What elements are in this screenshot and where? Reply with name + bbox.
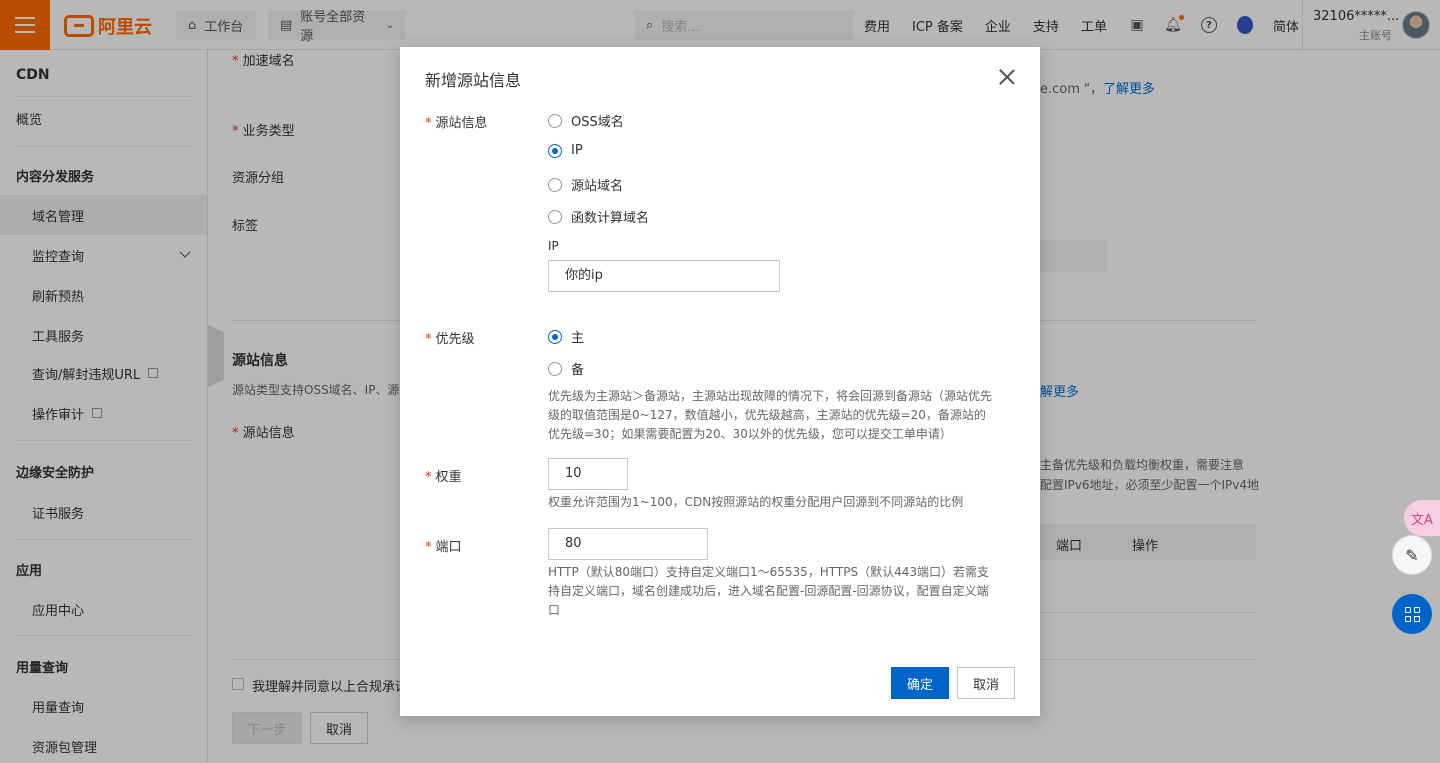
weight-input[interactable]: 10 [548,458,628,490]
required-mark: * [425,116,432,131]
label-text: 端口 [435,540,462,555]
radio-origin-oss[interactable]: OSS域名 [548,111,624,130]
label-text: 源站信息 [435,116,488,131]
radio-icon[interactable] [548,143,562,158]
required-mark: * [425,332,432,347]
radio-icon[interactable] [548,113,562,128]
radio-label: 主 [571,331,585,346]
ip-input[interactable]: 你的ip [548,260,780,292]
radio-icon[interactable] [548,209,562,224]
required-mark: * [425,470,432,485]
priority-label: * 优先级 [425,328,475,347]
radio-icon[interactable] [548,177,562,192]
cancel-button[interactable]: 取消 [957,667,1015,699]
radio-priority-primary[interactable]: 主 [548,327,584,346]
port-input[interactable]: 80 [548,528,708,560]
radio-label: 备 [571,363,585,378]
required-mark: * [425,540,432,555]
confirm-button[interactable]: 确定 [891,667,949,699]
weight-help-text: 权重允许范围为1~100，CDN按照源站的权重分配用户回源到不同源站的比例 [548,495,964,509]
port-label: * 端口 [425,536,462,555]
radio-origin-ip[interactable]: IP [548,143,583,158]
dialog-title: 新增源站信息 [425,71,522,90]
ip-label: IP [548,239,559,253]
origin-info-label: * 源站信息 [425,112,488,131]
add-origin-dialog: 新增源站信息 * 源站信息 OSS域名 IP 源站域名 函数计算域名 IP 你的i… [400,47,1040,716]
radio-label: 源站域名 [571,179,624,194]
radio-origin-domain[interactable]: 源站域名 [548,175,623,194]
port-help-text: HTTP（默认80端口）支持自定义端口1～65535，HTTPS（默认443端口… [548,565,990,617]
label-text: 优先级 [435,332,475,347]
edit-icon[interactable]: ✎ [1392,535,1432,575]
apps-grid-icon[interactable] [1392,594,1432,634]
radio-icon[interactable] [548,361,562,376]
radio-label: IP [571,143,583,158]
radio-priority-backup[interactable]: 备 [548,359,584,378]
radio-label: 函数计算域名 [571,211,650,226]
label-text: 权重 [435,470,462,485]
priority-help-text: 优先级为主源站＞备源站，主源站出现故障的情况下，将会回源到备源站（源站优先级的取… [548,389,993,441]
weight-label: * 权重 [425,466,462,485]
radio-icon[interactable] [548,329,562,344]
translate-icon[interactable]: 文A [1404,500,1440,536]
radio-label: OSS域名 [571,115,624,130]
close-icon[interactable] [998,68,1016,86]
radio-origin-fc-domain[interactable]: 函数计算域名 [548,207,649,226]
